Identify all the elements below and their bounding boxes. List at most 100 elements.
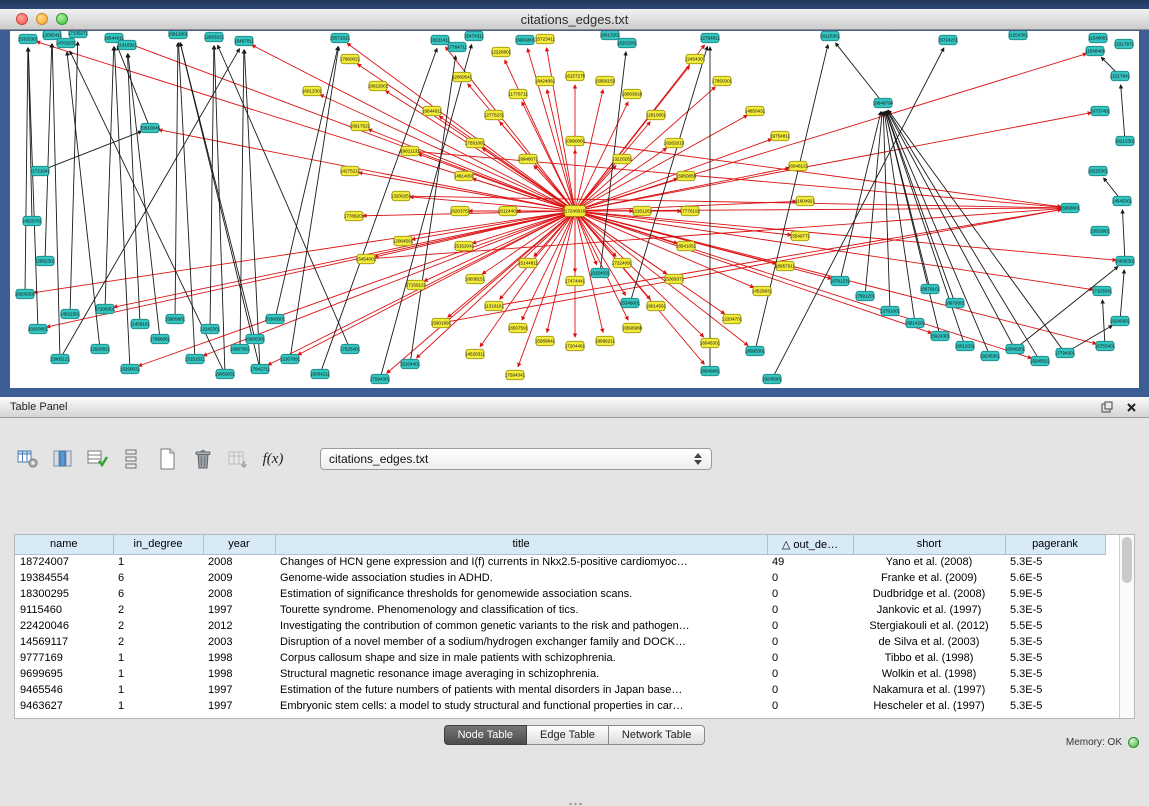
network-edge[interactable] bbox=[105, 47, 114, 306]
network-node[interactable]: 14702031 bbox=[56, 38, 77, 48]
network-node[interactable]: 19245301 bbox=[980, 351, 1001, 361]
column-edit-icon[interactable] bbox=[86, 447, 110, 471]
network-node[interactable]: 18038151 bbox=[465, 274, 486, 284]
network-node[interactable]: 10990081 bbox=[565, 136, 586, 146]
network-node[interactable]: 16635301 bbox=[1115, 256, 1136, 266]
network-node[interactable]: 16617521 bbox=[350, 121, 371, 131]
network-node[interactable]: 16054211 bbox=[310, 369, 331, 379]
network-edge[interactable] bbox=[244, 50, 259, 366]
network-node[interactable]: 17135271 bbox=[68, 31, 89, 38]
table-row[interactable]: 969969511998Structural magnetic resonanc… bbox=[15, 666, 1121, 682]
table-cell[interactable]: 5.3E-5 bbox=[1005, 682, 1105, 698]
table-cell[interactable]: 18300295 bbox=[15, 586, 113, 602]
table-cell[interactable]: 22420046 bbox=[15, 618, 113, 634]
table-cell[interactable]: 2 bbox=[113, 618, 203, 634]
table-cell[interactable]: 2008 bbox=[203, 586, 275, 602]
table-cell[interactable]: 5.3E-5 bbox=[1005, 666, 1105, 682]
zoom-window-icon[interactable] bbox=[56, 13, 68, 25]
network-node[interactable]: 18125301 bbox=[820, 31, 841, 41]
network-edge[interactable] bbox=[578, 212, 932, 333]
network-node[interactable]: 14526311 bbox=[465, 349, 486, 359]
new-table-icon[interactable] bbox=[156, 447, 180, 471]
table-cell[interactable]: 5.3E-5 bbox=[1005, 634, 1105, 650]
network-node[interactable]: 17786201 bbox=[344, 211, 365, 221]
network-edge[interactable] bbox=[576, 214, 597, 265]
network-node[interactable]: 20260801 bbox=[28, 324, 49, 334]
table-row[interactable]: 946362711997Embryonic stem cells: a mode… bbox=[15, 698, 1121, 714]
network-node[interactable]: 19754811 bbox=[770, 131, 791, 141]
network-node[interactable]: 11458101 bbox=[130, 319, 151, 329]
network-node[interactable]: 11548408 bbox=[1085, 46, 1106, 56]
network-edge[interactable] bbox=[127, 54, 139, 321]
function-builder-icon[interactable]: f(x) bbox=[261, 447, 285, 471]
network-node[interactable]: 17594341 bbox=[505, 370, 526, 380]
network-node[interactable]: 12161261 bbox=[632, 206, 653, 216]
network-node[interactable]: 17204461 bbox=[565, 341, 586, 351]
network-node[interactable]: 17625401 bbox=[340, 344, 361, 354]
table-cell[interactable]: de Silva et al. (2003) bbox=[853, 634, 1005, 650]
network-node[interactable]: 17103541 bbox=[1092, 286, 1113, 296]
network-node[interactable]: 15905121 bbox=[50, 354, 71, 364]
network-node[interactable]: 17206301 bbox=[95, 304, 116, 314]
network-node[interactable]: 16596988 bbox=[622, 323, 643, 333]
network-node[interactable]: 15950055 bbox=[676, 171, 697, 181]
network-node[interactable]: 11316921 bbox=[117, 40, 138, 50]
network-node[interactable]: 20360501 bbox=[265, 314, 286, 324]
network-node[interactable]: 15901991 bbox=[431, 318, 452, 328]
table-cell[interactable]: Tibbo et al. (1998) bbox=[853, 650, 1005, 666]
network-node[interactable]: 12217941 bbox=[1110, 71, 1131, 81]
network-node[interactable]: 18613201 bbox=[600, 31, 621, 40]
network-node[interactable]: 16262501 bbox=[617, 38, 638, 48]
network-node[interactable]: 19059031 bbox=[215, 369, 236, 379]
network-node[interactable]: 12454301 bbox=[685, 54, 706, 64]
network-node[interactable]: 17996061 bbox=[150, 334, 171, 344]
tab-network-table[interactable]: Network Table bbox=[609, 725, 706, 745]
network-node[interactable]: 15346001 bbox=[620, 298, 641, 308]
network-node[interactable]: 16791231 bbox=[830, 276, 851, 286]
network-node[interactable]: 18424061 bbox=[535, 76, 556, 86]
network-edge[interactable] bbox=[578, 113, 1091, 211]
table-source-dropdown[interactable]: citations_edges.txt bbox=[320, 448, 712, 470]
network-node[interactable]: 16203761 bbox=[450, 206, 471, 216]
network-node[interactable]: 16812801 bbox=[168, 31, 189, 39]
table-cell[interactable]: 1997 bbox=[203, 698, 275, 714]
table-cell[interactable]: 1998 bbox=[203, 650, 275, 666]
network-window-titlebar[interactable]: citations_edges.txt bbox=[0, 9, 1149, 30]
network-node[interactable]: 19245021 bbox=[1030, 356, 1051, 366]
table-cell[interactable]: 2008 bbox=[203, 554, 275, 570]
network-node[interactable]: 15549771 bbox=[790, 231, 811, 241]
network-node[interactable]: 18541051 bbox=[676, 241, 697, 251]
network-node[interactable]: 16045201 bbox=[1005, 344, 1026, 354]
network-node[interactable]: 14614091 bbox=[454, 171, 475, 181]
network-node[interactable]: 15924301 bbox=[930, 331, 951, 341]
network-edge[interactable] bbox=[122, 41, 572, 210]
network-node[interactable]: 12791001 bbox=[880, 306, 901, 316]
network-node[interactable]: 19737491 bbox=[1090, 106, 1111, 116]
network-node[interactable]: 12217971 bbox=[1114, 39, 1135, 49]
table-cell[interactable]: 0 bbox=[767, 682, 853, 698]
network-node[interactable]: 16507591 bbox=[508, 323, 529, 333]
network-node[interactable]: 19014561 bbox=[646, 301, 667, 311]
network-edge[interactable] bbox=[28, 48, 38, 326]
network-node[interactable]: 17474441 bbox=[565, 276, 586, 286]
table-cell[interactable]: Structural magnetic resonance image aver… bbox=[275, 666, 767, 682]
table-cell[interactable]: 49 bbox=[767, 554, 853, 570]
network-node[interactable]: 17224091 bbox=[612, 258, 633, 268]
network-edge[interactable] bbox=[218, 45, 349, 346]
table-cell[interactable]: Investigating the contribution of common… bbox=[275, 618, 767, 634]
network-edge[interactable] bbox=[67, 52, 100, 346]
network-node[interactable]: 18095301 bbox=[745, 346, 766, 356]
network-node[interactable]: 18648794 bbox=[873, 98, 894, 108]
network-node[interactable]: 15723411 bbox=[535, 34, 556, 44]
table-cell[interactable]: 2 bbox=[113, 602, 203, 618]
network-edge[interactable] bbox=[577, 122, 650, 209]
network-node[interactable]: 18957011 bbox=[775, 261, 796, 271]
table-row[interactable]: 1830029562008Estimation of significance … bbox=[15, 586, 1121, 602]
table-cell[interactable]: 1 bbox=[113, 682, 203, 698]
table-cell[interactable]: Hescheler et al. (1997) bbox=[853, 698, 1005, 714]
network-node[interactable]: 12367891 bbox=[280, 354, 301, 364]
table-cell[interactable]: 5.3E-5 bbox=[1005, 554, 1105, 570]
network-node[interactable]: 16046301 bbox=[700, 338, 721, 348]
table-cell[interactable]: Nakamura et al. (1997) bbox=[853, 682, 1005, 698]
network-edge[interactable] bbox=[1102, 300, 1104, 343]
